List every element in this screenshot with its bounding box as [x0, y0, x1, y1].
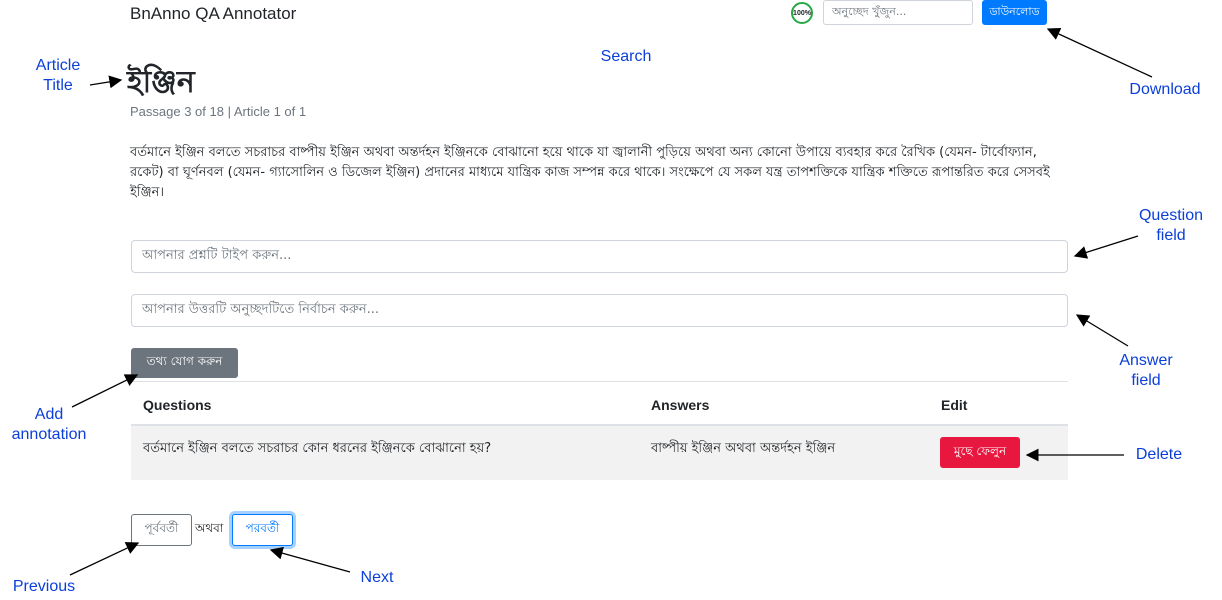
progress-indicator: 100% [791, 2, 813, 24]
answer-placeholder: আপনার উত্তরটি অনুচ্ছদটিতে নির্বাচন করুন.… [142, 302, 379, 317]
app-title: BnAnno QA Annotator [130, 4, 297, 23]
or-separator: অথবা [195, 521, 224, 535]
annotation-next: Next [360, 569, 394, 586]
annotation-question-line2: field [1156, 227, 1186, 244]
row-answer: বাষ্পীয় ইঞ্জিন অথবা অন্তর্দহন ইঞ্জিন [651, 441, 836, 456]
arrow-download [1046, 28, 1153, 78]
arrow-add-annotation [71, 374, 139, 408]
arrow-previous [69, 542, 140, 576]
search-placeholder: অনুচ্ছেদ খুঁজুন... [832, 5, 907, 18]
annotation-search: Search [600, 48, 652, 65]
annotation-question-field: Question field [1126, 206, 1216, 246]
arrow-answer-field [1075, 314, 1129, 347]
annotation-answer-line2: field [1131, 372, 1161, 389]
annotation-answer-line1: Answer [1119, 352, 1173, 369]
download-button[interactable]: ডাউনলোড [982, 0, 1047, 25]
table-row: বর্তমানে ইঞ্জিন বলতে সচরাচর কোন ধরনের ইঞ… [131, 426, 1068, 480]
annotation-question-line1: Question [1138, 207, 1204, 224]
row-question: বর্তমানে ইঞ্জিন বলতে সচরাচর কোন ধরনের ইঞ… [143, 441, 492, 456]
answer-input[interactable]: আপনার উত্তরটি অনুচ্ছদটিতে নির্বাচন করুন.… [131, 294, 1068, 327]
previous-button[interactable]: পূর্ববর্তী [131, 514, 192, 546]
passage-meta: Passage 3 of 18 | Article 1 of 1 [130, 104, 307, 119]
annotation-answer-field: Answer field [1106, 351, 1186, 391]
annotation-add: Add annotation [4, 405, 94, 445]
question-input[interactable]: আপনার প্রশ্নটি টাইপ করুন... [131, 240, 1068, 273]
question-placeholder: আপনার প্রশ্নটি টাইপ করুন... [142, 248, 292, 263]
arrow-next [269, 546, 351, 573]
annotation-table: Questions Answers Edit বর্তমানে ইঞ্জিন ব… [131, 381, 1068, 480]
arrow-article-title [89, 75, 123, 89]
annotation-article-title-line1: Article [35, 57, 81, 74]
annotation-delete: Delete [1135, 446, 1183, 463]
annotation-download: Download [1129, 81, 1201, 98]
add-annotation-button[interactable]: তথ্য যোগ করুন [131, 348, 238, 378]
search-input[interactable]: অনুচ্ছেদ খুঁজুন... [823, 0, 973, 25]
header-answers: Answers [651, 397, 710, 413]
next-button[interactable]: পরবর্তী [232, 514, 293, 546]
annotation-previous: Previous [12, 578, 76, 595]
table-header: Questions Answers Edit [131, 381, 1068, 426]
header-questions: Questions [143, 397, 212, 413]
annotation-add-line1: Add [34, 406, 64, 423]
delete-button[interactable]: মুছে ফেলুন [940, 437, 1020, 468]
annotation-add-line2: annotation [11, 426, 87, 443]
annotation-article-title: Article Title [28, 56, 88, 96]
header-edit: Edit [941, 397, 968, 413]
annotation-article-title-line2: Title [43, 77, 73, 94]
article-title: ইঞ্জিন [127, 65, 195, 100]
passage-text[interactable]: বর্তমানে ইঞ্জিন বলতে সচরাচর বাষ্পীয় ইঞ্… [130, 143, 1060, 203]
